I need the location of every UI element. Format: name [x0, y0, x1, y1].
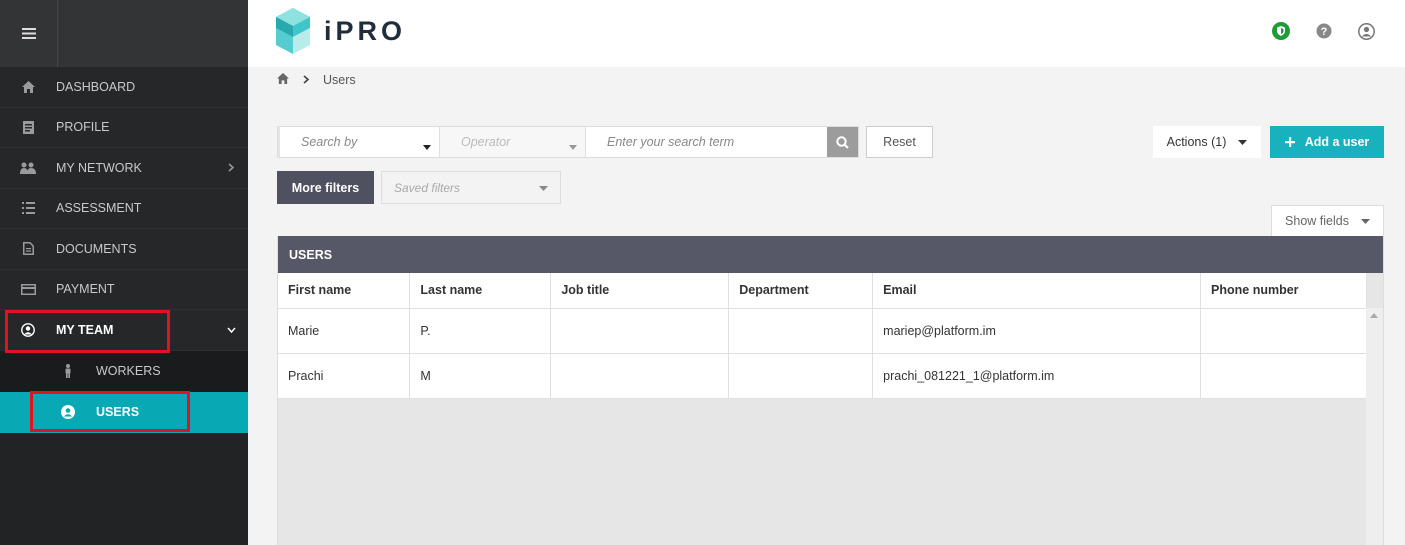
- home-icon: [0, 80, 56, 93]
- reset-button[interactable]: Reset: [866, 126, 933, 158]
- user-circle-icon: [0, 322, 56, 337]
- sidebar-item-label: ASSESSMENT: [56, 201, 142, 216]
- sidebar-item-assessment[interactable]: ASSESSMENT: [0, 188, 248, 229]
- saved-filters-placeholder: Saved filters: [394, 180, 461, 195]
- search-by-select[interactable]: Search by: [278, 127, 440, 157]
- table-title: USERS: [278, 236, 1383, 273]
- cell-last-name: P.: [409, 308, 552, 354]
- sidebar-subitem-label: USERS: [96, 405, 140, 419]
- sidebar-item-label: DASHBOARD: [56, 79, 136, 94]
- top-header: iPRO ?: [248, 0, 1405, 67]
- hamburger-icon: [21, 28, 36, 39]
- cell-first-name: Marie: [278, 308, 411, 354]
- actions-label: Actions (1): [1166, 135, 1227, 149]
- sidebar-item-profile[interactable]: PROFILE: [0, 107, 248, 148]
- plus-icon: [1284, 137, 1295, 147]
- show-fields-dropdown[interactable]: Show fields: [1271, 205, 1384, 237]
- caret-down-icon: [423, 139, 431, 153]
- column-header-job-title[interactable]: Job title: [550, 273, 730, 309]
- column-header-department[interactable]: Department: [728, 273, 874, 309]
- sidebar-item-label: DOCUMENTS: [56, 241, 137, 256]
- ipro-logo: iPRO: [276, 8, 406, 54]
- list-icon: [0, 202, 56, 215]
- search-bar: Search by Operator Enter your search ter…: [277, 126, 859, 158]
- search-term-placeholder: Enter your search term: [607, 135, 735, 149]
- operator-placeholder: Operator: [461, 135, 511, 149]
- sidebar-item-payment[interactable]: PAYMENT: [0, 269, 248, 310]
- caret-down-icon: [569, 139, 577, 153]
- cell-phone-number: [1200, 353, 1367, 399]
- users-table: First name Last name Job title Departmen…: [278, 273, 1367, 399]
- cell-department: [728, 308, 874, 354]
- cell-email: mariep@platform.im: [872, 308, 1202, 354]
- cell-job-title: [550, 308, 730, 354]
- sidebar: DASHBOARD PROFILE MY NETWORK ASSESSMENT …: [0, 0, 248, 545]
- breadcrumb: Users: [277, 73, 356, 87]
- search-icon: [836, 135, 849, 149]
- table-header-row: First name Last name Job title Departmen…: [278, 273, 1367, 309]
- cell-department: [728, 353, 874, 399]
- scroll-up-arrow-icon[interactable]: [1370, 313, 1378, 318]
- column-header-email[interactable]: Email: [872, 273, 1202, 309]
- logo-text: iPRO: [324, 15, 407, 46]
- search-term-input[interactable]: Enter your search term: [586, 127, 826, 157]
- sidebar-item-label: PAYMENT: [56, 282, 115, 297]
- hamburger-menu-button[interactable]: [0, 0, 58, 67]
- caret-down-icon: [539, 186, 548, 191]
- add-user-button[interactable]: Add a user: [1270, 126, 1384, 158]
- credit-card-icon: [0, 283, 56, 295]
- cell-email: prachi_081221_1@platform.im: [872, 353, 1202, 399]
- svg-text:?: ?: [1321, 26, 1328, 38]
- column-header-first-name[interactable]: First name: [278, 273, 411, 309]
- breadcrumb-current: Users: [323, 73, 356, 87]
- sidebar-item-label: MY TEAM: [56, 322, 114, 337]
- vertical-scrollbar[interactable]: [1366, 308, 1383, 545]
- search-by-placeholder: Search by: [301, 135, 358, 149]
- user-circle-icon: [40, 405, 96, 419]
- worker-icon: [40, 364, 96, 378]
- sidebar-item-my-team[interactable]: MY TEAM: [0, 310, 248, 351]
- document-icon: [0, 242, 56, 256]
- profile-card-icon: [0, 120, 56, 134]
- search-button[interactable]: [827, 127, 858, 157]
- sidebar-item-documents[interactable]: DOCUMENTS: [0, 229, 248, 270]
- sidebar-item-label: PROFILE: [56, 120, 110, 135]
- hexagon-logo-icon: [276, 8, 310, 54]
- network-icon: [0, 162, 56, 174]
- operator-select[interactable]: Operator: [440, 127, 586, 157]
- table-row[interactable]: Prachi M prachi_081221_1@platform.im: [278, 353, 1367, 399]
- breadcrumb-separator-icon: [303, 73, 310, 87]
- caret-down-icon: [1360, 218, 1370, 224]
- home-icon[interactable]: [277, 73, 289, 87]
- chevron-right-icon: [214, 163, 248, 172]
- actions-dropdown[interactable]: Actions (1): [1153, 126, 1261, 158]
- add-user-label: Add a user: [1304, 135, 1370, 149]
- saved-filters-select[interactable]: Saved filters: [381, 171, 561, 204]
- column-header-phone-number[interactable]: Phone number: [1200, 273, 1367, 309]
- show-fields-label: Show fields: [1285, 214, 1349, 228]
- cell-first-name: Prachi: [278, 353, 411, 399]
- sidebar-subitem-users[interactable]: USERS: [0, 391, 248, 433]
- sidebar-item-my-network[interactable]: MY NETWORK: [0, 148, 248, 189]
- cell-phone-number: [1200, 308, 1367, 354]
- shield-icon[interactable]: [1272, 22, 1290, 45]
- sidebar-subitem-workers[interactable]: WORKERS: [0, 350, 248, 392]
- account-icon[interactable]: [1358, 22, 1375, 45]
- more-filters-button[interactable]: More filters: [277, 171, 374, 204]
- sidebar-item-label: MY NETWORK: [56, 160, 142, 175]
- help-icon[interactable]: ?: [1316, 23, 1332, 44]
- sidebar-item-dashboard[interactable]: DASHBOARD: [0, 67, 248, 108]
- sidebar-subitem-label: WORKERS: [96, 364, 161, 378]
- table-row[interactable]: Marie P. mariep@platform.im: [278, 308, 1367, 354]
- column-header-last-name[interactable]: Last name: [409, 273, 552, 309]
- caret-down-icon: [1238, 139, 1248, 145]
- chevron-down-icon: [214, 327, 248, 333]
- cell-last-name: M: [409, 353, 552, 399]
- cell-job-title: [550, 353, 730, 399]
- users-table-panel: USERS First name Last name Job title Dep…: [277, 236, 1384, 545]
